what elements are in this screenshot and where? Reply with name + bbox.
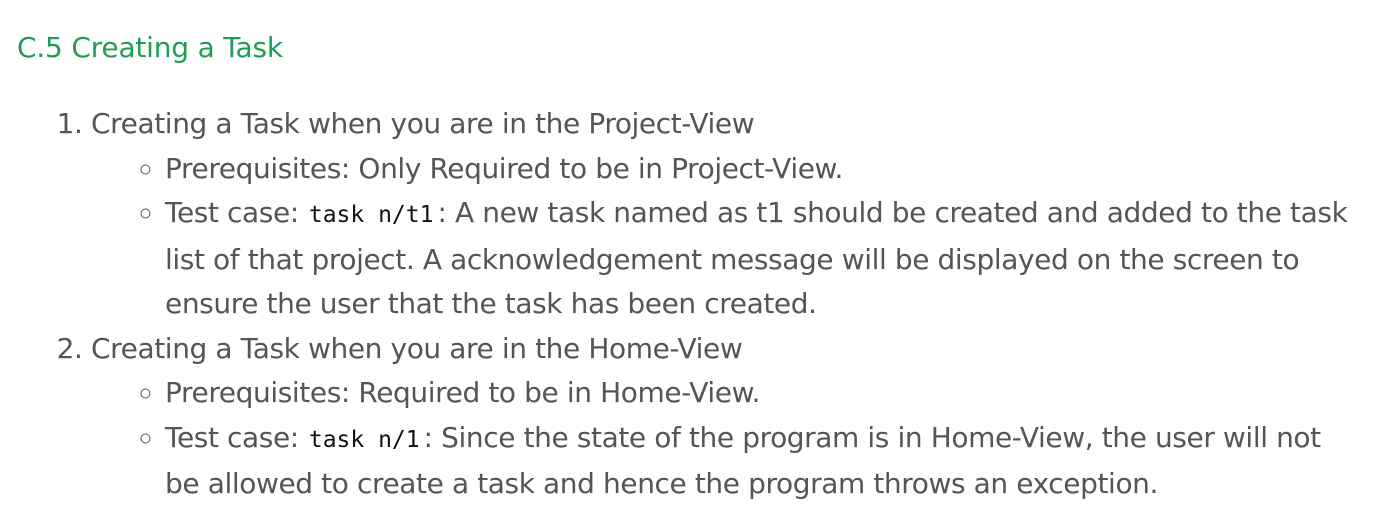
step-sublist: Prerequisites: Required to be in Home-Vi…: [91, 371, 1377, 507]
prerequisite-item: Prerequisites: Required to be in Home-Vi…: [165, 371, 1355, 416]
document-page: C.5 Creating a Task Creating a Task when…: [0, 0, 1377, 519]
steps-list: Creating a Task when you are in the Proj…: [17, 102, 1377, 507]
step-item: Creating a Task when you are in the Proj…: [91, 102, 1377, 327]
test-case-command: task n/1: [308, 426, 420, 453]
prerequisite-item: Prerequisites: Only Required to be in Pr…: [165, 147, 1355, 192]
step-heading: Creating a Task when you are in the Home…: [91, 331, 743, 365]
test-case-item: Test case:task n/1: Since the state of t…: [165, 416, 1355, 507]
test-case-label: Test case:: [165, 420, 299, 454]
test-case-command: task n/t1: [308, 202, 434, 228]
prerequisite-text: Prerequisites: Only Required to be in Pr…: [165, 151, 843, 185]
step-sublist: Prerequisites: Only Required to be in Pr…: [91, 147, 1377, 327]
test-case-item: Test case:task n/t1: A new task named as…: [165, 191, 1355, 327]
step-heading: Creating a Task when you are in the Proj…: [91, 107, 755, 140]
test-case-label: Test case:: [165, 196, 299, 229]
step-item: Creating a Task when you are in the Home…: [91, 327, 1377, 507]
section-heading: C.5 Creating a Task: [17, 31, 283, 64]
prerequisite-text: Prerequisites: Required to be in Home-Vi…: [165, 376, 761, 409]
